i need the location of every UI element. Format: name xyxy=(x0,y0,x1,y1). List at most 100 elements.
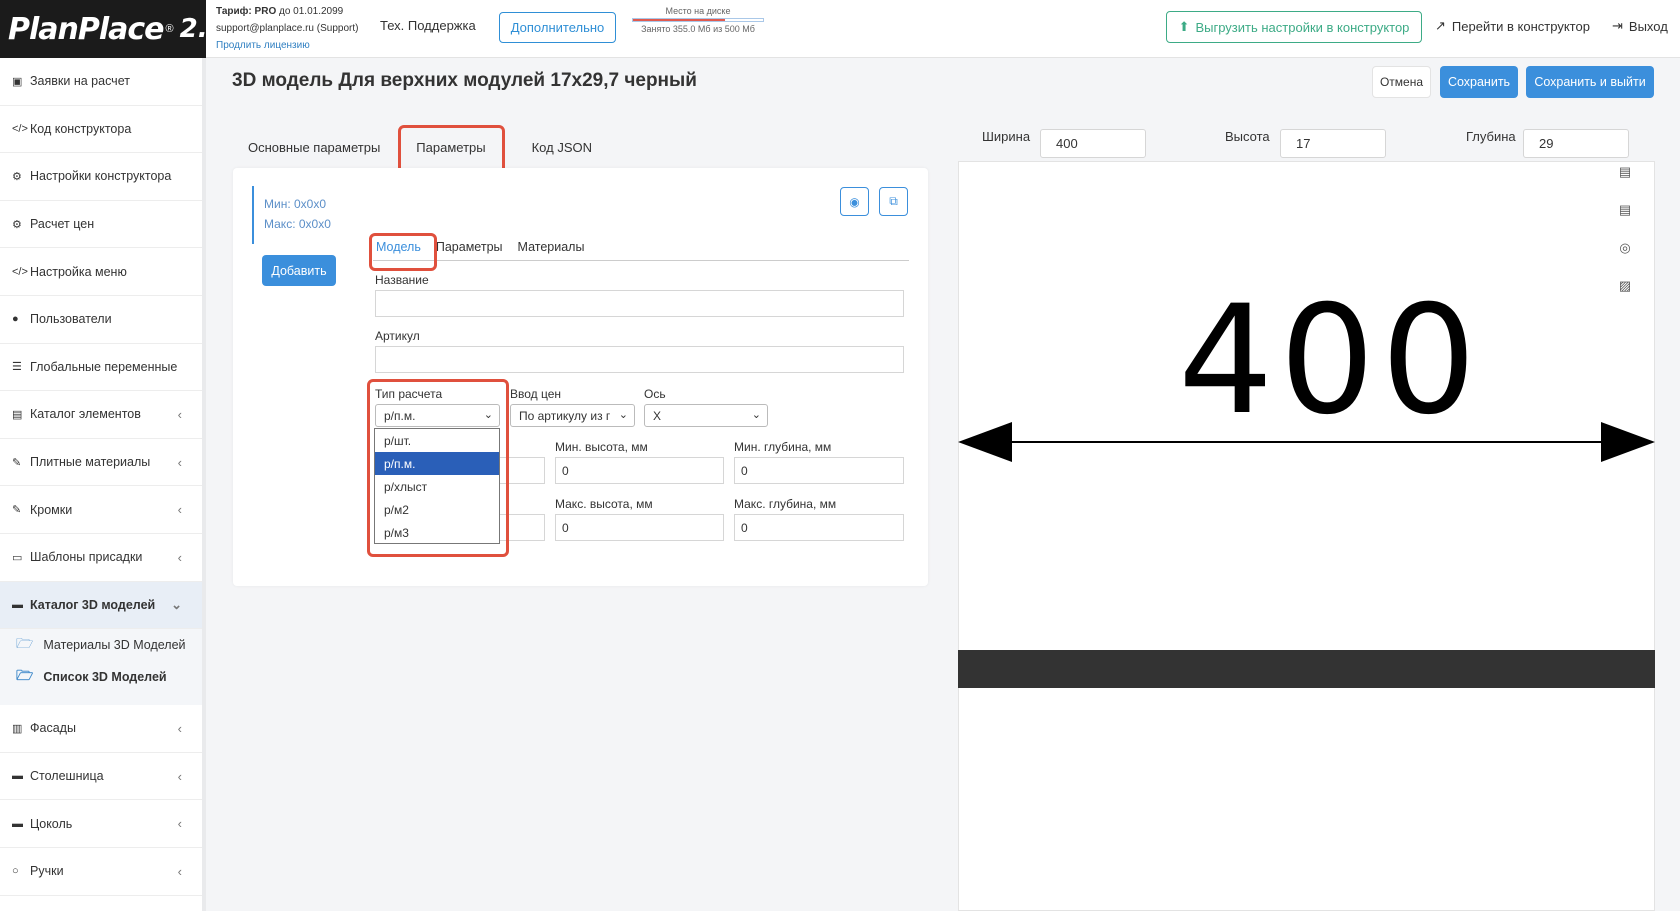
calc-option[interactable]: р/хлыст xyxy=(375,475,499,498)
sidebar-item-label: Пользователи xyxy=(30,312,112,327)
copy-button[interactable]: ⧉ xyxy=(879,187,908,216)
sidebar-item-requests[interactable]: ▣ Заявки на расчет xyxy=(0,58,202,106)
sidebar-item-drilling-templates[interactable]: ▭ Шаблоны присадки ‹ xyxy=(0,534,202,582)
view-front-icon[interactable]: ▤ xyxy=(1616,164,1634,182)
cancel-button[interactable]: Отмена xyxy=(1372,66,1431,98)
tariff-value: PRO xyxy=(254,6,277,17)
sidebar-item-constructor-settings[interactable]: ⚙ Настройки конструктора xyxy=(0,153,202,201)
sidebar-item-constructor-code[interactable]: </> Код конструктора xyxy=(0,106,202,154)
chevron-left-icon: ‹ xyxy=(177,502,182,518)
sidebar-item-label: Настройка меню xyxy=(30,264,127,279)
depth-input[interactable]: 29 xyxy=(1523,129,1629,158)
save-button[interactable]: Сохранить xyxy=(1440,66,1518,98)
logo-text: PlanPlace xyxy=(8,11,165,47)
sidebar-item-users[interactable]: ● Пользователи xyxy=(0,296,202,344)
calc-option[interactable]: р/м3 xyxy=(375,521,499,544)
price-input-select[interactable]: По артикулу из г ⌄ xyxy=(510,404,635,427)
sidebar: ▣ Заявки на расчет </> Код конструктора ⚙ Н… xyxy=(0,58,206,911)
sidebar-item-label: Заявки на расчет xyxy=(30,74,130,89)
screenshot-icon[interactable]: ◎ xyxy=(1616,240,1634,258)
support-email: support@planplace.ru (Support) xyxy=(216,23,359,34)
max-height-input[interactable]: 0 xyxy=(555,514,724,541)
extra-button[interactable]: Дополнительно xyxy=(499,12,616,43)
support-link[interactable]: Тех. Поддержка xyxy=(380,18,476,33)
copy-icon: ⧉ xyxy=(889,194,898,208)
minus-icon: ▬ xyxy=(12,817,23,830)
disk-usage-bar xyxy=(632,18,764,22)
subtab-materials[interactable]: Материалы xyxy=(515,236,587,260)
subtab-params[interactable]: Параметры xyxy=(433,236,505,260)
chevron-left-icon: ‹ xyxy=(177,768,182,784)
height-input[interactable]: 17 xyxy=(1280,129,1386,158)
min-height-label: Мин. высота, мм xyxy=(555,440,648,454)
calc-type-value: р/п.м. xyxy=(384,408,416,423)
sidebar-item-label: Глобальные переменные xyxy=(30,359,178,374)
chevron-down-icon: ⌄ xyxy=(483,409,493,421)
axis-label: Ось xyxy=(644,387,666,401)
sidebar-item-label: Столешница xyxy=(30,769,104,784)
sidebar-subitem-label: Материалы 3D Моделей xyxy=(43,638,186,653)
logo-reg: ® xyxy=(165,23,174,35)
save-exit-button[interactable]: Сохранить и выйти xyxy=(1526,66,1654,98)
dimension-arrow xyxy=(958,422,1655,462)
tariff-info: Тариф: PRO до 01.01.2099 support@planpla… xyxy=(216,3,358,54)
sidebar-subitem-label: Список 3D Моделей xyxy=(43,670,167,685)
calc-option-selected[interactable]: р/п.м. xyxy=(375,452,499,475)
sidebar-item-edges[interactable]: ✎ Кромки ‹ xyxy=(0,486,202,534)
export-settings-button[interactable]: ⬆ Выгрузить настройки в конструктор xyxy=(1166,11,1422,43)
preview-eye-button[interactable]: ◉ xyxy=(840,187,869,216)
max-depth-label: Макс. глубина, мм xyxy=(734,497,837,511)
sidebar-item-tabletop[interactable]: ▬ Столешница ‹ xyxy=(0,753,202,801)
name-input[interactable] xyxy=(375,290,904,317)
sidebar-item-sheet-materials[interactable]: ✎ Плитные материалы ‹ xyxy=(0,439,202,487)
calc-type-label: Тип расчета xyxy=(375,387,443,401)
sidebar-item-menu-settings[interactable]: </> Настройка меню xyxy=(0,248,202,296)
sidebar-item-label: Настройки конструктора xyxy=(30,169,172,184)
sidebar-item-label: Цоколь xyxy=(30,816,73,831)
export-settings-label: Выгрузить настройки в конструктор xyxy=(1195,19,1410,35)
max-depth-input[interactable]: 0 xyxy=(734,514,904,541)
subtab-model[interactable]: Модель xyxy=(373,236,423,260)
renew-license-link[interactable]: Продлить лицензию xyxy=(216,37,358,54)
sidebar-item-plinth[interactable]: ▬ Цоколь ‹ xyxy=(0,800,202,848)
chevron-left-icon: ‹ xyxy=(177,454,182,470)
sidebar-item-handles[interactable]: ○ Ручки ‹ xyxy=(0,848,202,896)
user-icon: ● xyxy=(12,313,19,326)
min-size: Мин: 0x0x0 xyxy=(264,197,327,211)
sidebar-item-facades[interactable]: ▥ Фасады ‹ xyxy=(0,705,202,753)
logout-link[interactable]: ⇥ Выход xyxy=(1612,18,1668,34)
width-input[interactable]: 400 xyxy=(1040,129,1146,158)
sidebar-item-label: Код конструктора xyxy=(30,121,132,136)
tab-params[interactable]: Параметры xyxy=(396,128,515,167)
image-icon[interactable]: ▨ xyxy=(1616,278,1634,296)
chevron-left-icon: ‹ xyxy=(177,549,182,565)
chevron-down-icon: ⌄ xyxy=(171,596,182,612)
article-input[interactable] xyxy=(375,346,904,373)
calc-option[interactable]: р/м2 xyxy=(375,498,499,521)
tariff-label: Тариф: xyxy=(216,6,252,17)
sidebar-item-price-calc[interactable]: ⚙ Расчет цен xyxy=(0,201,202,249)
add-button[interactable]: Добавить xyxy=(262,255,336,286)
sidebar-subitem-3d-materials[interactable]: 🗁 Материалы 3D Моделей xyxy=(0,629,202,661)
brush-icon: ✎ xyxy=(12,456,22,469)
tab-main-params[interactable]: Основные параметры xyxy=(232,128,396,167)
view-side-icon[interactable]: ▤ xyxy=(1616,202,1634,220)
eye-icon: ◉ xyxy=(849,194,860,209)
logo[interactable]: PlanPlace ® 2.0 xyxy=(0,0,226,58)
dimension-label: 400 xyxy=(1178,274,1483,448)
min-height-input[interactable]: 0 xyxy=(555,457,724,484)
sidebar-item-label: Фасады xyxy=(30,721,76,736)
tab-json[interactable]: Код JSON xyxy=(516,128,608,167)
tariff-until: до 01.01.2099 xyxy=(279,6,344,17)
sidebar-item-elements-catalog[interactable]: ▤ Каталог элементов ‹ xyxy=(0,391,202,439)
sidebar-item-label: Плитные материалы xyxy=(30,455,151,470)
calc-option[interactable]: р/шт. xyxy=(375,429,499,452)
chevron-down-icon: ⌄ xyxy=(618,409,628,421)
sidebar-item-3d-catalog[interactable]: ▬ Каталог 3D моделей ⌄ xyxy=(0,581,202,630)
sidebar-item-global-vars[interactable]: ☰ Глобальные переменные xyxy=(0,344,202,392)
min-depth-input[interactable]: 0 xyxy=(734,457,904,484)
sidebar-subitem-3d-list[interactable]: 🗁 Список 3D Моделей xyxy=(0,661,202,693)
axis-select[interactable]: X ⌄ xyxy=(644,404,768,427)
calc-type-select[interactable]: р/п.м. ⌄ xyxy=(375,404,500,427)
goto-constructor-link[interactable]: ↗ Перейти в конструктор xyxy=(1435,18,1590,34)
